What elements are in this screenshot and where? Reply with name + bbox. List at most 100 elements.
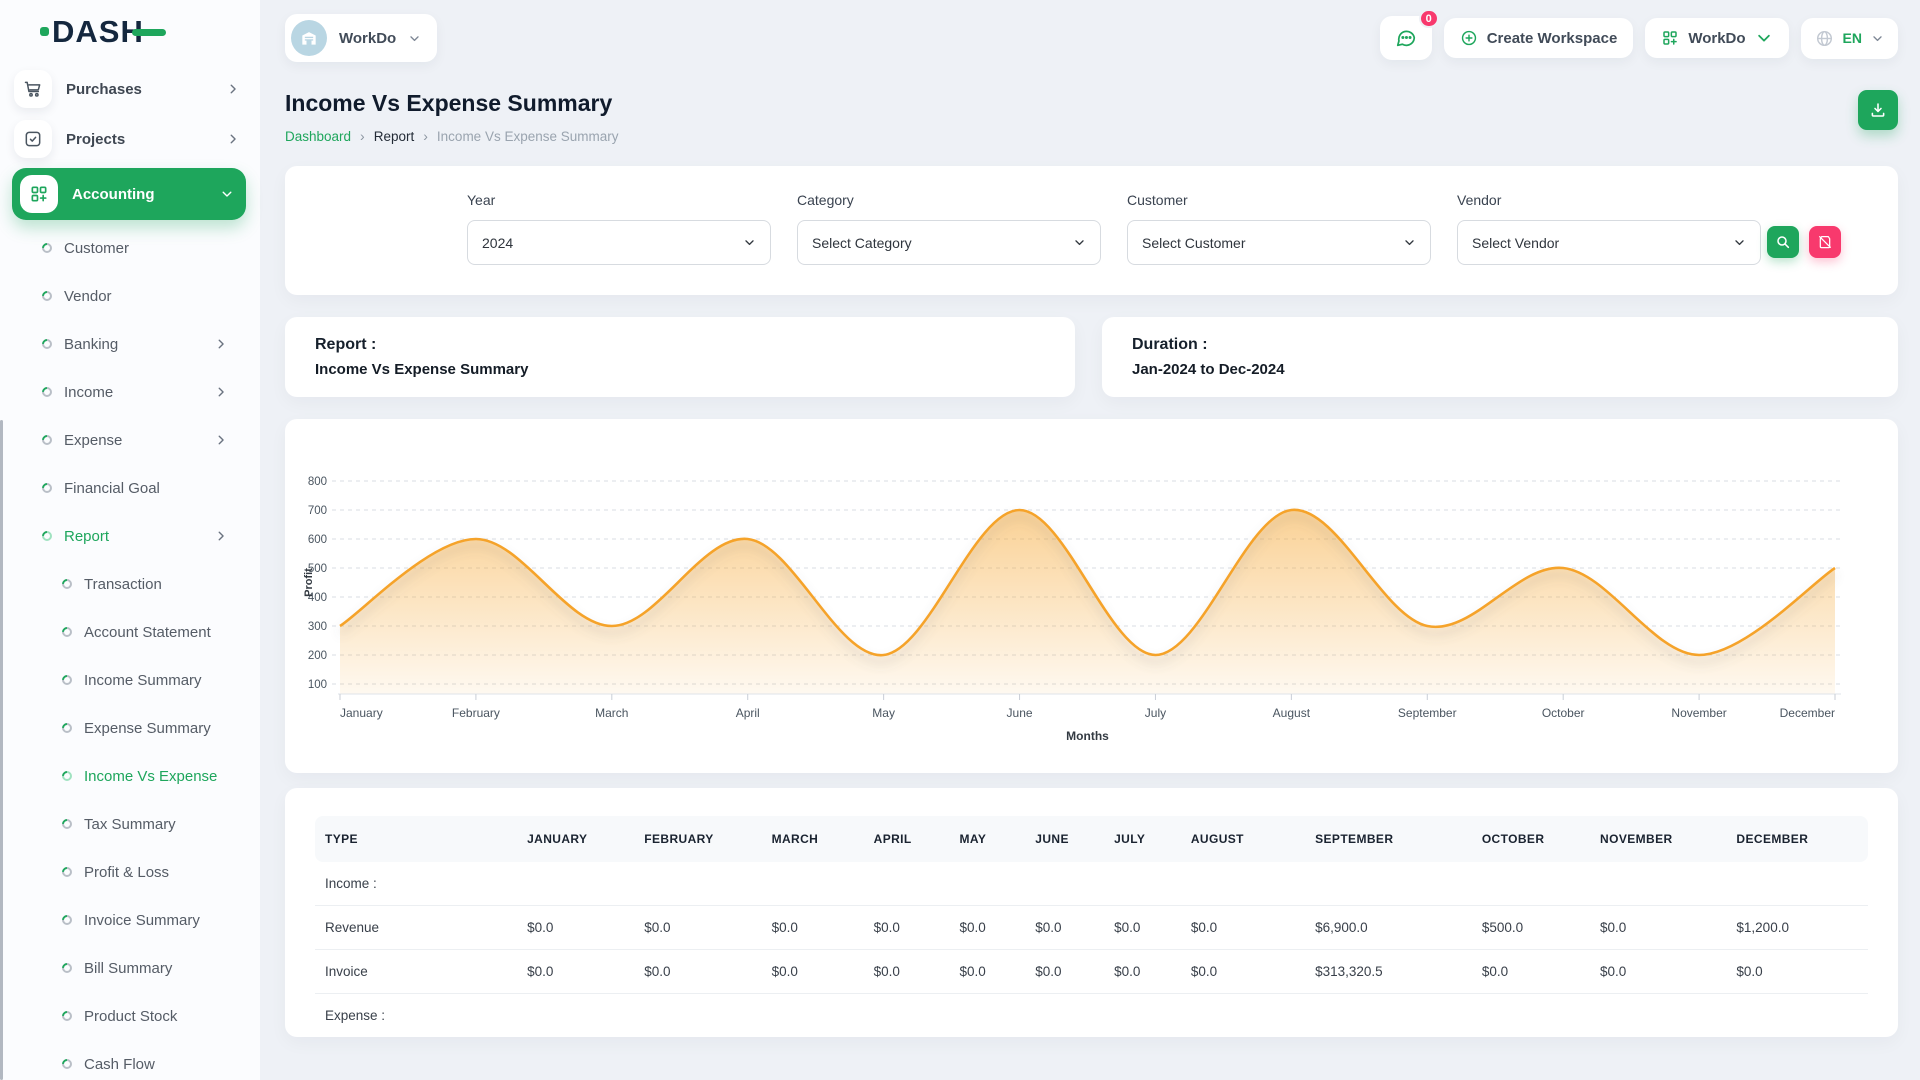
bullet-icon [60,1057,74,1071]
column-header-june: JUNE [1025,816,1104,862]
brand-logo-text: DASH [52,14,144,50]
workspace-selector[interactable]: WorkDo [285,14,437,62]
duration-label: Duration : [1132,336,1868,354]
svg-text:May: May [872,706,895,720]
language-code: EN [1843,30,1862,46]
table-row-income: Income : [315,862,1868,906]
year-select[interactable]: 2024 [467,220,771,265]
summary-row: Report : Income Vs Expense Summary Durat… [285,317,1898,397]
sidebar-item-account-statement[interactable]: Account Statement [0,608,260,656]
cell-value: $0.0 [517,950,634,994]
svg-text:April: April [736,706,760,720]
sidebar-item-invoice-summary[interactable]: Invoice Summary [0,896,260,944]
report-value: Income Vs Expense Summary [315,361,1045,378]
cell-value: $500.0 [1472,906,1590,950]
cell-value: $0.0 [1472,950,1590,994]
cart-icon [14,70,52,108]
grid-apps-icon [1661,29,1679,47]
apply-filter-button[interactable] [1767,226,1799,258]
workspace-name: WorkDo [339,30,396,47]
sidebar-item-transaction[interactable]: Transaction [0,560,260,608]
sidebar-item-income-summary[interactable]: Income Summary [0,656,260,704]
profit-area-chart: 800700600500400300200100JanuaryFebruaryM… [301,439,1882,751]
page-header: Income Vs Expense Summary Dashboard›Repo… [285,90,1898,144]
sidebar-item-label: Transaction [84,576,228,593]
sidebar-item-customer[interactable]: Customer [0,224,260,272]
chevron-down-icon [1733,236,1746,249]
sidebar-item-accounting[interactable]: Accounting [12,168,246,220]
svg-text:January: January [340,706,383,720]
sidebar-item-expense[interactable]: Expense [0,416,260,464]
report-label: Report : [315,336,1045,354]
sidebar-item-product-stock[interactable]: Product Stock [0,992,260,1040]
category-label: Category [797,192,1101,208]
sidebar-item-income[interactable]: Income [0,368,260,416]
bullet-icon [40,241,54,255]
bullet-icon [40,337,54,351]
customer-select-value: Select Customer [1142,235,1245,251]
logo-dash-icon [132,29,166,36]
apps-menu-label: WorkDo [1688,30,1745,47]
customer-select[interactable]: Select Customer [1127,220,1431,265]
sidebar-item-banking[interactable]: Banking [0,320,260,368]
sidebar-item-income-vs-expense[interactable]: Income Vs Expense [0,752,260,800]
svg-text:September: September [1398,706,1457,720]
sidebar-item-bill-summary[interactable]: Bill Summary [0,944,260,992]
sidebar-scrollbar[interactable] [0,420,3,1080]
bullet-icon [60,913,74,927]
sidebar-item-purchases[interactable]: Purchases [0,64,260,114]
chevron-down-icon [1073,236,1086,249]
vendor-select[interactable]: Select Vendor [1457,220,1761,265]
category-select[interactable]: Select Category [797,220,1101,265]
sidebar-item-vendor[interactable]: Vendor [0,272,260,320]
brand-logo[interactable]: DASH [0,0,260,64]
sidebar-item-label: Cash Flow [84,1056,228,1073]
breadcrumb-item-dashboard[interactable]: Dashboard [285,129,351,144]
sidebar-item-label: Expense [64,432,214,449]
chevron-down-icon [1755,29,1773,47]
language-selector[interactable]: EN [1801,18,1898,59]
bullet-icon [40,289,54,303]
create-workspace-button[interactable]: Create Workspace [1444,18,1634,58]
apps-menu-button[interactable]: WorkDo [1645,18,1788,58]
year-label: Year [467,192,771,208]
column-header-november: NOVEMBER [1590,816,1726,862]
svg-text:March: March [595,706,628,720]
topbar: WorkDo 0 Create Workspace WorkDo EN [285,0,1898,70]
plus-circle-icon [1460,29,1478,47]
bullet-icon [60,1009,74,1023]
sidebar-nav: Purchases ProjectsAccountingCustomerVendo… [0,64,260,1080]
chevron-down-icon [408,32,421,45]
sidebar-item-financial-goal[interactable]: Financial Goal [0,464,260,512]
filter-card: Year 2024 Category Select Category Custo… [285,166,1898,295]
chart-card: 800700600500400300200100JanuaryFebruaryM… [285,419,1898,773]
download-report-button[interactable] [1858,90,1898,130]
messages-button[interactable]: 0 [1380,16,1432,60]
cell-value: $0.0 [762,906,864,950]
chevron-right-icon [214,337,228,351]
sidebar-item-cash-flow[interactable]: Cash Flow [0,1040,260,1080]
cell-value: $0.0 [1104,950,1181,994]
cell-value: $0.0 [1590,906,1726,950]
cell-value: $0.0 [1726,950,1868,994]
sidebar-item-expense-summary[interactable]: Expense Summary [0,704,260,752]
sidebar-item-label: Purchases [66,81,212,98]
income-expense-table: TYPEJANUARYFEBRUARYMARCHAPRILMAYJUNEJULY… [315,816,1868,1037]
main-content: WorkDo 0 Create Workspace WorkDo EN [260,0,1920,1080]
chevron-down-icon [220,187,234,201]
sidebar-item-label: Income Summary [84,672,228,689]
report-summary-card: Report : Income Vs Expense Summary [285,317,1075,397]
cell-value: $0.0 [1025,906,1104,950]
sidebar-item-label: Expense Summary [84,720,228,737]
sidebar-item-tax-summary[interactable]: Tax Summary [0,800,260,848]
cell-value: $0.0 [864,950,950,994]
bullet-icon [40,481,54,495]
sidebar-item-projects[interactable]: Projects [0,114,260,164]
column-header-july: JULY [1104,816,1181,862]
reset-filter-button[interactable] [1809,226,1841,258]
sidebar-item-profit-loss[interactable]: Profit & Loss [0,848,260,896]
svg-text:200: 200 [308,650,327,662]
sidebar-item-report[interactable]: Report [0,512,260,560]
chevron-right-icon [214,529,228,543]
breadcrumb-item-report[interactable]: Report [374,129,415,144]
